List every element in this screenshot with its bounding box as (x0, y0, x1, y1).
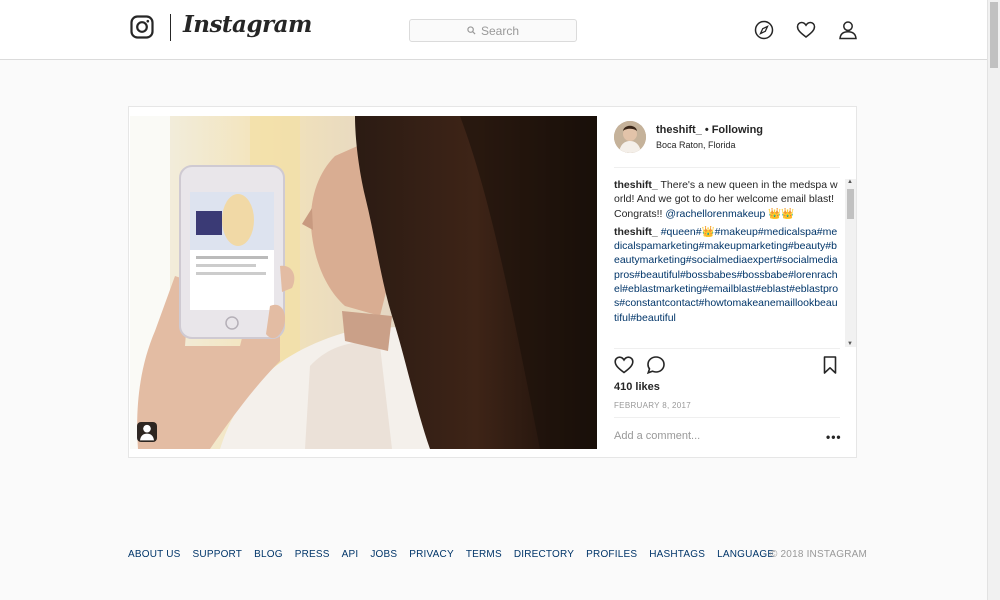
instagram-glyph-icon[interactable] (130, 15, 154, 39)
footer-link-press[interactable]: PRESS (295, 549, 330, 560)
logo-divider (170, 14, 171, 41)
separator-dot: • (704, 124, 709, 136)
caption-username[interactable]: theshift_ (614, 179, 658, 191)
compass-icon[interactable] (754, 20, 774, 40)
more-options-button[interactable]: ••• (826, 430, 842, 444)
comment-username[interactable]: theshift_ (614, 226, 658, 238)
footer-link-terms[interactable]: TERMS (466, 549, 502, 560)
footer-link-support[interactable]: SUPPORT (193, 549, 243, 560)
hashtag-list[interactable]: #queen#👑#makeup#medicalspa#medicalspamar… (614, 226, 838, 324)
bookmark-icon[interactable] (820, 355, 840, 375)
search-placeholder: Search (480, 23, 520, 38)
user-tag-icon[interactable] (137, 422, 157, 442)
comments-scrollbar[interactable]: ▲ ▼ (845, 179, 856, 347)
footer-link-api[interactable]: API (342, 549, 359, 560)
add-comment-input[interactable]: Add a comment... (614, 430, 700, 442)
heart-icon[interactable] (796, 20, 816, 40)
footer-link-profiles[interactable]: PROFILES (586, 549, 637, 560)
post-date[interactable]: FEBRUARY 8, 2017 (614, 401, 691, 410)
footer-link-jobs[interactable]: JOBS (370, 549, 397, 560)
copyright: © 2018 INSTAGRAM (770, 549, 868, 560)
heart-outline-icon[interactable] (614, 355, 634, 375)
post-location[interactable]: Boca Raton, Florida (656, 140, 736, 150)
author-username[interactable]: theshift_ (656, 124, 702, 136)
page-scrollbar-thumb[interactable] (990, 2, 998, 68)
instagram-wordmark[interactable]: Instagram (183, 11, 312, 38)
comments-scrollbar-thumb[interactable] (847, 189, 854, 219)
caption-mention[interactable]: @rachellorenmakeup 👑👑 (665, 208, 794, 220)
footer-link-directory[interactable]: DIRECTORY (514, 549, 574, 560)
scroll-up-arrow-icon[interactable]: ▲ (847, 179, 853, 185)
post-sidebar: theshift_ • Following Boca Raton, Florida … (614, 107, 856, 457)
search-input[interactable]: Search (409, 19, 577, 42)
footer-link-hashtags[interactable]: HASHTAGS (649, 549, 705, 560)
like-count[interactable]: 410 likes (614, 381, 660, 393)
hashtag-comment: theshift_ #queen#👑#makeup#medicalspa#med… (614, 225, 840, 325)
following-button[interactable]: Following (712, 124, 763, 136)
divider (614, 417, 840, 418)
caption: theshift_ There's a new queen in the med… (614, 178, 840, 221)
footer-link-language[interactable]: LANGUAGE (717, 549, 774, 560)
post-photo (130, 116, 597, 449)
avatar[interactable] (614, 121, 646, 153)
post-card: theshift_ • Following Boca Raton, Florida … (128, 106, 857, 458)
top-nav: Instagram Search (0, 0, 988, 60)
footer-link-blog[interactable]: BLOG (254, 549, 283, 560)
search-icon (467, 26, 476, 35)
footer-links: ABOUT US SUPPORT BLOG PRESS API JOBS PRI… (128, 549, 774, 560)
scroll-down-arrow-icon[interactable]: ▼ (847, 341, 853, 347)
divider (614, 348, 840, 349)
post-author: theshift_ • Following (656, 124, 763, 136)
person-icon[interactable] (838, 20, 858, 40)
comment-list[interactable]: theshift_ There's a new queen in the med… (614, 178, 840, 346)
footer-link-about-us[interactable]: ABOUT US (128, 549, 181, 560)
page-scrollbar[interactable] (987, 0, 1000, 600)
divider (614, 167, 840, 168)
comment-bubble-icon[interactable] (646, 355, 666, 375)
footer-link-privacy[interactable]: PRIVACY (409, 549, 454, 560)
